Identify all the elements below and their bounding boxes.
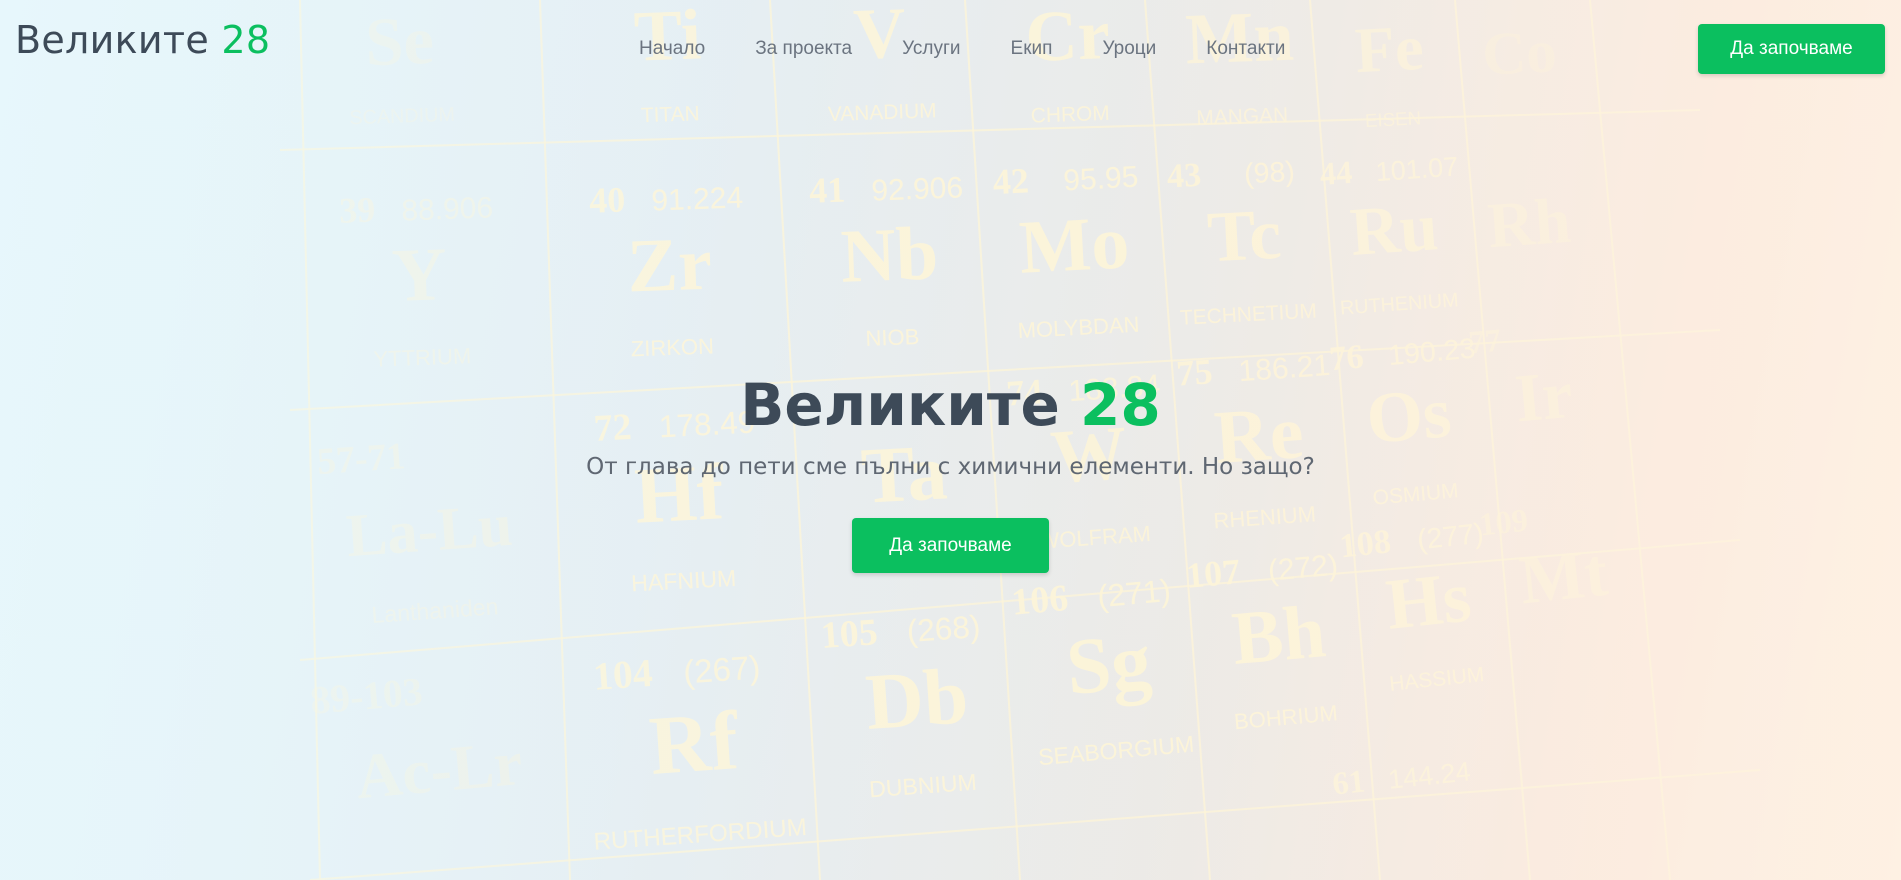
element-cell: 106 (271)Sg SEABORGIUM: [1010, 572, 1196, 771]
element-symbol: Tc: [1205, 194, 1283, 278]
nav-item-about[interactable]: За проекта: [755, 38, 852, 60]
element-mass: 92.906: [871, 171, 964, 207]
element-number: 44: [1319, 155, 1354, 193]
element-name: RUTHENIUM: [1339, 289, 1459, 319]
page: Se SCANDIUM Ti TITAN V VANADIUM Cr CHROM Mn MANGA…: [0, 0, 1901, 880]
element-name: NIOB: [865, 324, 920, 351]
element-number: 42: [992, 160, 1030, 202]
element-symbol: Sg: [1063, 617, 1155, 712]
grid-line: [309, 769, 1761, 880]
element-number: 41: [808, 170, 845, 211]
hero-subtitle: От глава до пети сме пълни с химични еле…: [586, 454, 1315, 480]
logo-number: 28: [221, 18, 271, 62]
element-symbol: Mo: [1017, 200, 1131, 290]
hero-section: Великите 28 От глава до пети сме пълни с…: [0, 368, 1901, 573]
element-cell: 43 (98)Tc TECHNETIUM: [1166, 156, 1317, 330]
hero-title-text: Великите: [740, 371, 1060, 439]
main-nav: Начало За проекта Услуги Екип Уроци Конт…: [639, 38, 1285, 60]
element-number: 89-103: [309, 669, 425, 723]
site-header: Великите 28 Начало За проекта Услуги Еки…: [0, 0, 1901, 100]
element-name: MANGAN: [1196, 104, 1288, 130]
element-mass: (268): [906, 608, 982, 649]
element-number: 61: [1331, 763, 1367, 802]
element-name: Lanthaniden: [371, 593, 500, 628]
nav-item-team[interactable]: Екип: [1011, 38, 1053, 60]
element-cell: 105 (268)Db DUBNIUM: [819, 608, 982, 802]
hero-start-button[interactable]: Да започваме: [852, 518, 1049, 573]
element-symbol: Zr: [626, 222, 713, 309]
nav-item-home[interactable]: Начало: [639, 38, 705, 60]
element-number: 43: [1166, 157, 1202, 196]
element-name: BOHRIUM: [1233, 700, 1339, 734]
element-cell: 44 101.07Ru RUTHENIUM: [1319, 151, 1460, 319]
element-cell: Rh: [1485, 184, 1572, 262]
element-cell: 61 144.24: [1331, 756, 1472, 802]
element-name: VANADIUM: [828, 99, 937, 126]
element-mass: 88.906: [401, 191, 494, 227]
element-name: MOLYBDAN: [1017, 312, 1140, 343]
element-mass: 144.24: [1387, 756, 1472, 794]
element-symbol: Bh: [1229, 589, 1329, 681]
element-cell: 89-103Ac-Lr: [309, 669, 526, 812]
element-symbol: Ru: [1348, 188, 1441, 270]
element-number: 104: [592, 651, 655, 699]
element-number: 77: [1467, 323, 1502, 362]
element-mass: 101.07: [1375, 151, 1459, 187]
element-symbol: Db: [863, 652, 971, 747]
element-cell: 41 92.906 Nb NIOB: [808, 170, 964, 351]
element-name: TECHNETIUM: [1179, 300, 1317, 330]
logo-text: Великите: [15, 18, 209, 62]
site-logo[interactable]: Великите 28: [15, 18, 270, 62]
element-name: EISEN: [1364, 107, 1421, 131]
element-name: CHROM: [1030, 102, 1110, 128]
nav-item-contacts[interactable]: Контакти: [1206, 38, 1285, 60]
element-cell: 42 95.95Mo MOLYBDAN: [992, 160, 1140, 343]
element-name: SEABORGIUM: [1037, 731, 1195, 771]
element-number: 39: [338, 190, 375, 231]
element-mass: 190.23: [1387, 333, 1477, 372]
element-name: TITAN: [640, 102, 700, 127]
element-cell: 39 88.906YYTTRIUM: [338, 190, 494, 372]
nav-item-lessons[interactable]: Уроци: [1102, 38, 1156, 60]
element-mass: (267): [682, 648, 761, 690]
element-symbol: Rf: [647, 695, 743, 793]
grid-line: [279, 109, 1701, 151]
element-number: 40: [588, 180, 625, 221]
element-symbol: Rh: [1485, 184, 1572, 262]
element-symbol: Nb: [839, 211, 939, 298]
element-mass: (98): [1243, 156, 1295, 191]
element-name: ZIRKON: [630, 334, 714, 362]
nav-item-services[interactable]: Услуги: [902, 38, 960, 60]
header-start-button[interactable]: Да започваме: [1698, 24, 1885, 74]
element-mass: 95.95: [1062, 161, 1139, 198]
element-number: 105: [819, 611, 878, 657]
element-cell: 104 (267)RfRUTHERFORDIUM: [592, 648, 808, 855]
element-name: SCANDIUM: [349, 104, 455, 130]
hero-title: Великите 28: [0, 368, 1901, 442]
element-symbol: Ac-Lr: [353, 727, 525, 812]
element-cell: 40 91.224 Zr ZIRKON: [588, 180, 744, 362]
hero-title-number: 28: [1080, 371, 1161, 439]
element-number: 106: [1010, 577, 1070, 624]
element-symbol: Y: [391, 232, 449, 318]
element-mass: (271): [1096, 572, 1172, 614]
element-name: DUBNIUM: [868, 769, 977, 802]
element-mass: 91.224: [651, 181, 744, 217]
element-name: HASSIUM: [1388, 663, 1485, 696]
